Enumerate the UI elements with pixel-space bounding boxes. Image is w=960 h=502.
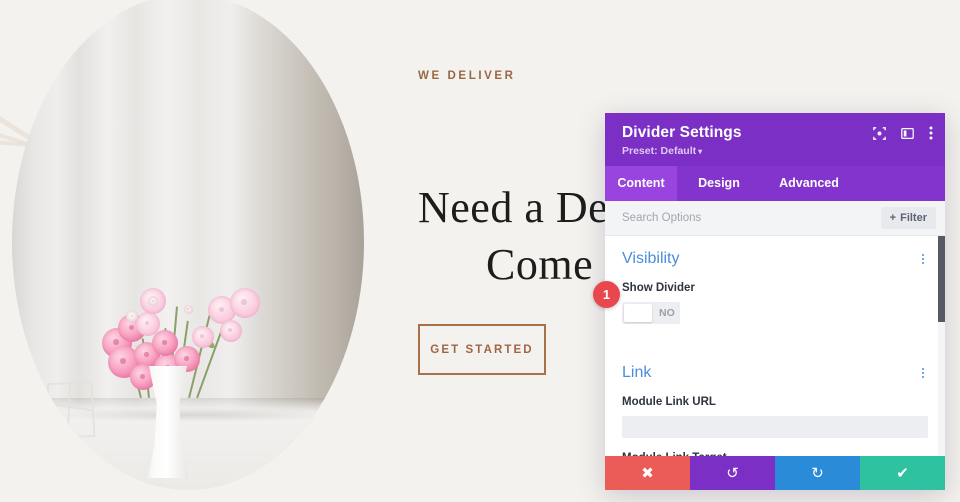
preset-label: Preset: Default — [622, 145, 697, 157]
section-divider — [605, 324, 945, 350]
section-kebab-icon[interactable] — [918, 366, 928, 380]
save-button[interactable]: ✔ — [860, 456, 945, 490]
website-preview-canvas: WE DELIVER Need a Deli Come t GET STARTE… — [0, 0, 960, 502]
chair-silhouette — [46, 380, 96, 440]
filter-button[interactable]: + Filter — [880, 207, 936, 229]
modal-header-icons — [873, 126, 933, 140]
tab-content[interactable]: Content — [605, 166, 677, 201]
modal-footer: ✖ ↺ ↻ ✔ — [605, 456, 945, 490]
field-label-show-divider: Show Divider — [622, 282, 695, 294]
section-visibility: Visibility Show Divider NO — [605, 236, 945, 324]
cancel-button[interactable]: ✖ — [605, 456, 690, 490]
modal-body: Visibility Show Divider NO Link Module L… — [605, 236, 945, 456]
field-module-link-target: Module Link Target — [622, 452, 928, 456]
field-label-module-link-url: Module Link URL — [622, 396, 716, 408]
toggle-value: NO — [659, 307, 675, 319]
kebab-menu-icon[interactable] — [929, 126, 933, 140]
redo-button[interactable]: ↻ — [775, 456, 860, 490]
section-title-link: Link — [622, 364, 652, 381]
modal-header: Divider Settings Preset: Default ▾ — [605, 113, 945, 166]
module-link-url-input[interactable] — [622, 416, 928, 438]
page-title-line-1: Need a Deli — [418, 183, 634, 233]
focus-target-icon[interactable] — [873, 126, 886, 140]
tab-design[interactable]: Design — [677, 166, 761, 201]
field-show-divider: Show Divider NO — [622, 282, 928, 324]
section-link: Link Module Link URL Module Link Target — [605, 350, 945, 456]
panel-layout-icon[interactable] — [901, 127, 914, 140]
field-module-link-url: Module Link URL — [622, 396, 928, 438]
toggle-knob — [624, 304, 652, 322]
filter-button-label: Filter — [900, 212, 927, 224]
plus-icon: + — [889, 212, 897, 224]
get-started-button[interactable]: GET STARTED — [418, 324, 546, 375]
tab-advanced[interactable]: Advanced — [761, 166, 857, 201]
section-title-visibility: Visibility — [622, 250, 680, 267]
divider-settings-modal: Divider Settings Preset: Default ▾ Conte… — [605, 113, 945, 490]
modal-tabs: Content Design Advanced — [605, 166, 945, 201]
search-row: + Filter — [605, 201, 945, 236]
preset-selector[interactable]: Preset: Default ▾ — [622, 145, 931, 157]
modal-scrollbar-thumb[interactable] — [938, 236, 945, 322]
section-header: Visibility — [622, 250, 928, 268]
chevron-down-icon: ▾ — [698, 147, 703, 156]
show-divider-toggle[interactable]: NO — [622, 302, 680, 324]
eyebrow-text: WE DELIVER — [418, 70, 516, 82]
field-label-module-link-target: Module Link Target — [622, 452, 928, 456]
step-badge-1: 1 — [593, 281, 620, 308]
search-input[interactable] — [622, 212, 822, 224]
hero-image-oval — [12, 0, 364, 490]
section-kebab-icon[interactable] — [918, 252, 928, 266]
modal-scrollbar-track[interactable] — [938, 236, 945, 456]
section-header: Link — [622, 364, 928, 382]
undo-button[interactable]: ↺ — [690, 456, 775, 490]
